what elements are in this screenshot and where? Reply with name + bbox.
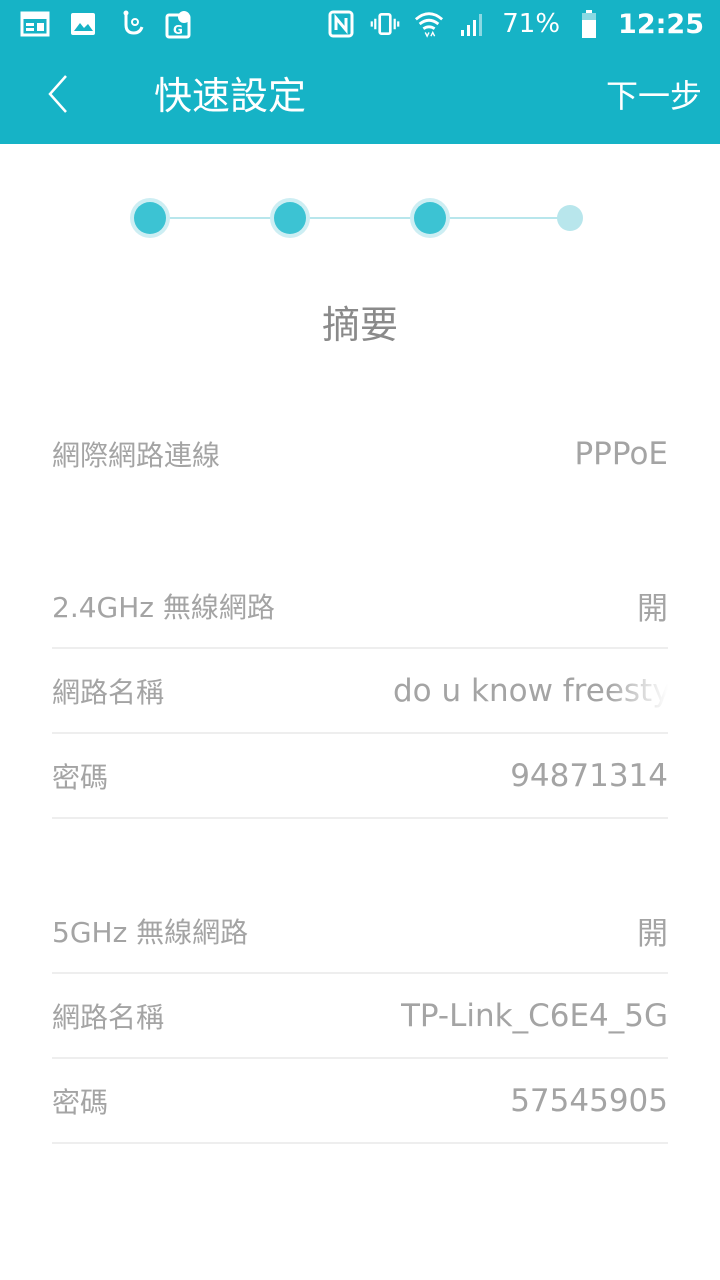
step-dot-completed [134, 202, 166, 234]
progress-stepper [0, 190, 720, 246]
wifi24-header-row: 2.4GHz 無線網路 開 [52, 564, 668, 649]
internet-connection-value: PPPoE [574, 435, 668, 472]
wifi24-label: 2.4GHz 無線網路 [52, 590, 275, 624]
wifi5-label: 5GHz 無線網路 [52, 915, 249, 949]
wifi24-password-row: 密碼 94871314 [52, 734, 668, 819]
wifi5-ssid-label: 網路名稱 [52, 1000, 165, 1034]
wifi24-ssid-row: 網路名稱 do u know freestyl [52, 649, 668, 734]
back-button[interactable] [34, 72, 82, 120]
wifi5-header-row: 5GHz 無線網路 開 [52, 889, 668, 974]
step-connector [150, 217, 290, 219]
page-title: 快速設定 [154, 74, 307, 118]
wifi5-ssid-row: 網路名稱 TP-Link_C6E4_5G [52, 974, 668, 1059]
summary-title: 摘要 [321, 303, 398, 347]
wifi5-status: 開 [637, 916, 668, 952]
svg-text:G: G [173, 23, 183, 37]
vibrate-icon [370, 9, 400, 39]
image-icon [68, 9, 98, 39]
wifi24-ssid-label: 網路名稱 [52, 675, 165, 709]
step-dot-completed [414, 202, 446, 234]
clock: 12:25 [618, 8, 704, 40]
chevron-left-icon [46, 74, 70, 118]
wifi5-password-value: 57545905 [510, 1082, 668, 1119]
step-dot-completed [274, 202, 306, 234]
map-pin-icon: G [164, 9, 194, 39]
battery-icon [574, 9, 604, 39]
wifi24-status: 開 [637, 591, 668, 627]
wifi-icon [414, 9, 444, 39]
calendar-icon [20, 9, 50, 39]
app-bar: 快速設定 下一步 [0, 48, 720, 144]
internet-connection-row: 網際網路連線 PPPoE [52, 411, 668, 496]
wifi5-password-row: 密碼 57545905 [52, 1059, 668, 1144]
wifi5-ssid-value: TP-Link_C6E4_5G [400, 997, 668, 1034]
battery-percent: 71% [502, 9, 561, 39]
internet-connection-label: 網際網路連線 [52, 438, 221, 472]
wifi5-password-label: 密碼 [52, 1085, 109, 1119]
wifi24-password-value: 94871314 [510, 757, 668, 794]
step-connector [430, 217, 570, 219]
status-bar: G 71% 12:25 [0, 0, 720, 48]
status-left-icons: G [20, 9, 194, 39]
step-connector [290, 217, 430, 219]
touch-icon [116, 9, 146, 39]
next-button[interactable]: 下一步 [606, 76, 702, 116]
nfc-icon [326, 9, 356, 39]
signal-icon [458, 9, 488, 39]
step-dot-pending [557, 205, 583, 231]
wifi24-ssid-value: do u know freestyl [393, 672, 668, 709]
status-right-icons: 71% 12:25 [326, 9, 704, 40]
wifi24-password-label: 密碼 [52, 760, 109, 794]
